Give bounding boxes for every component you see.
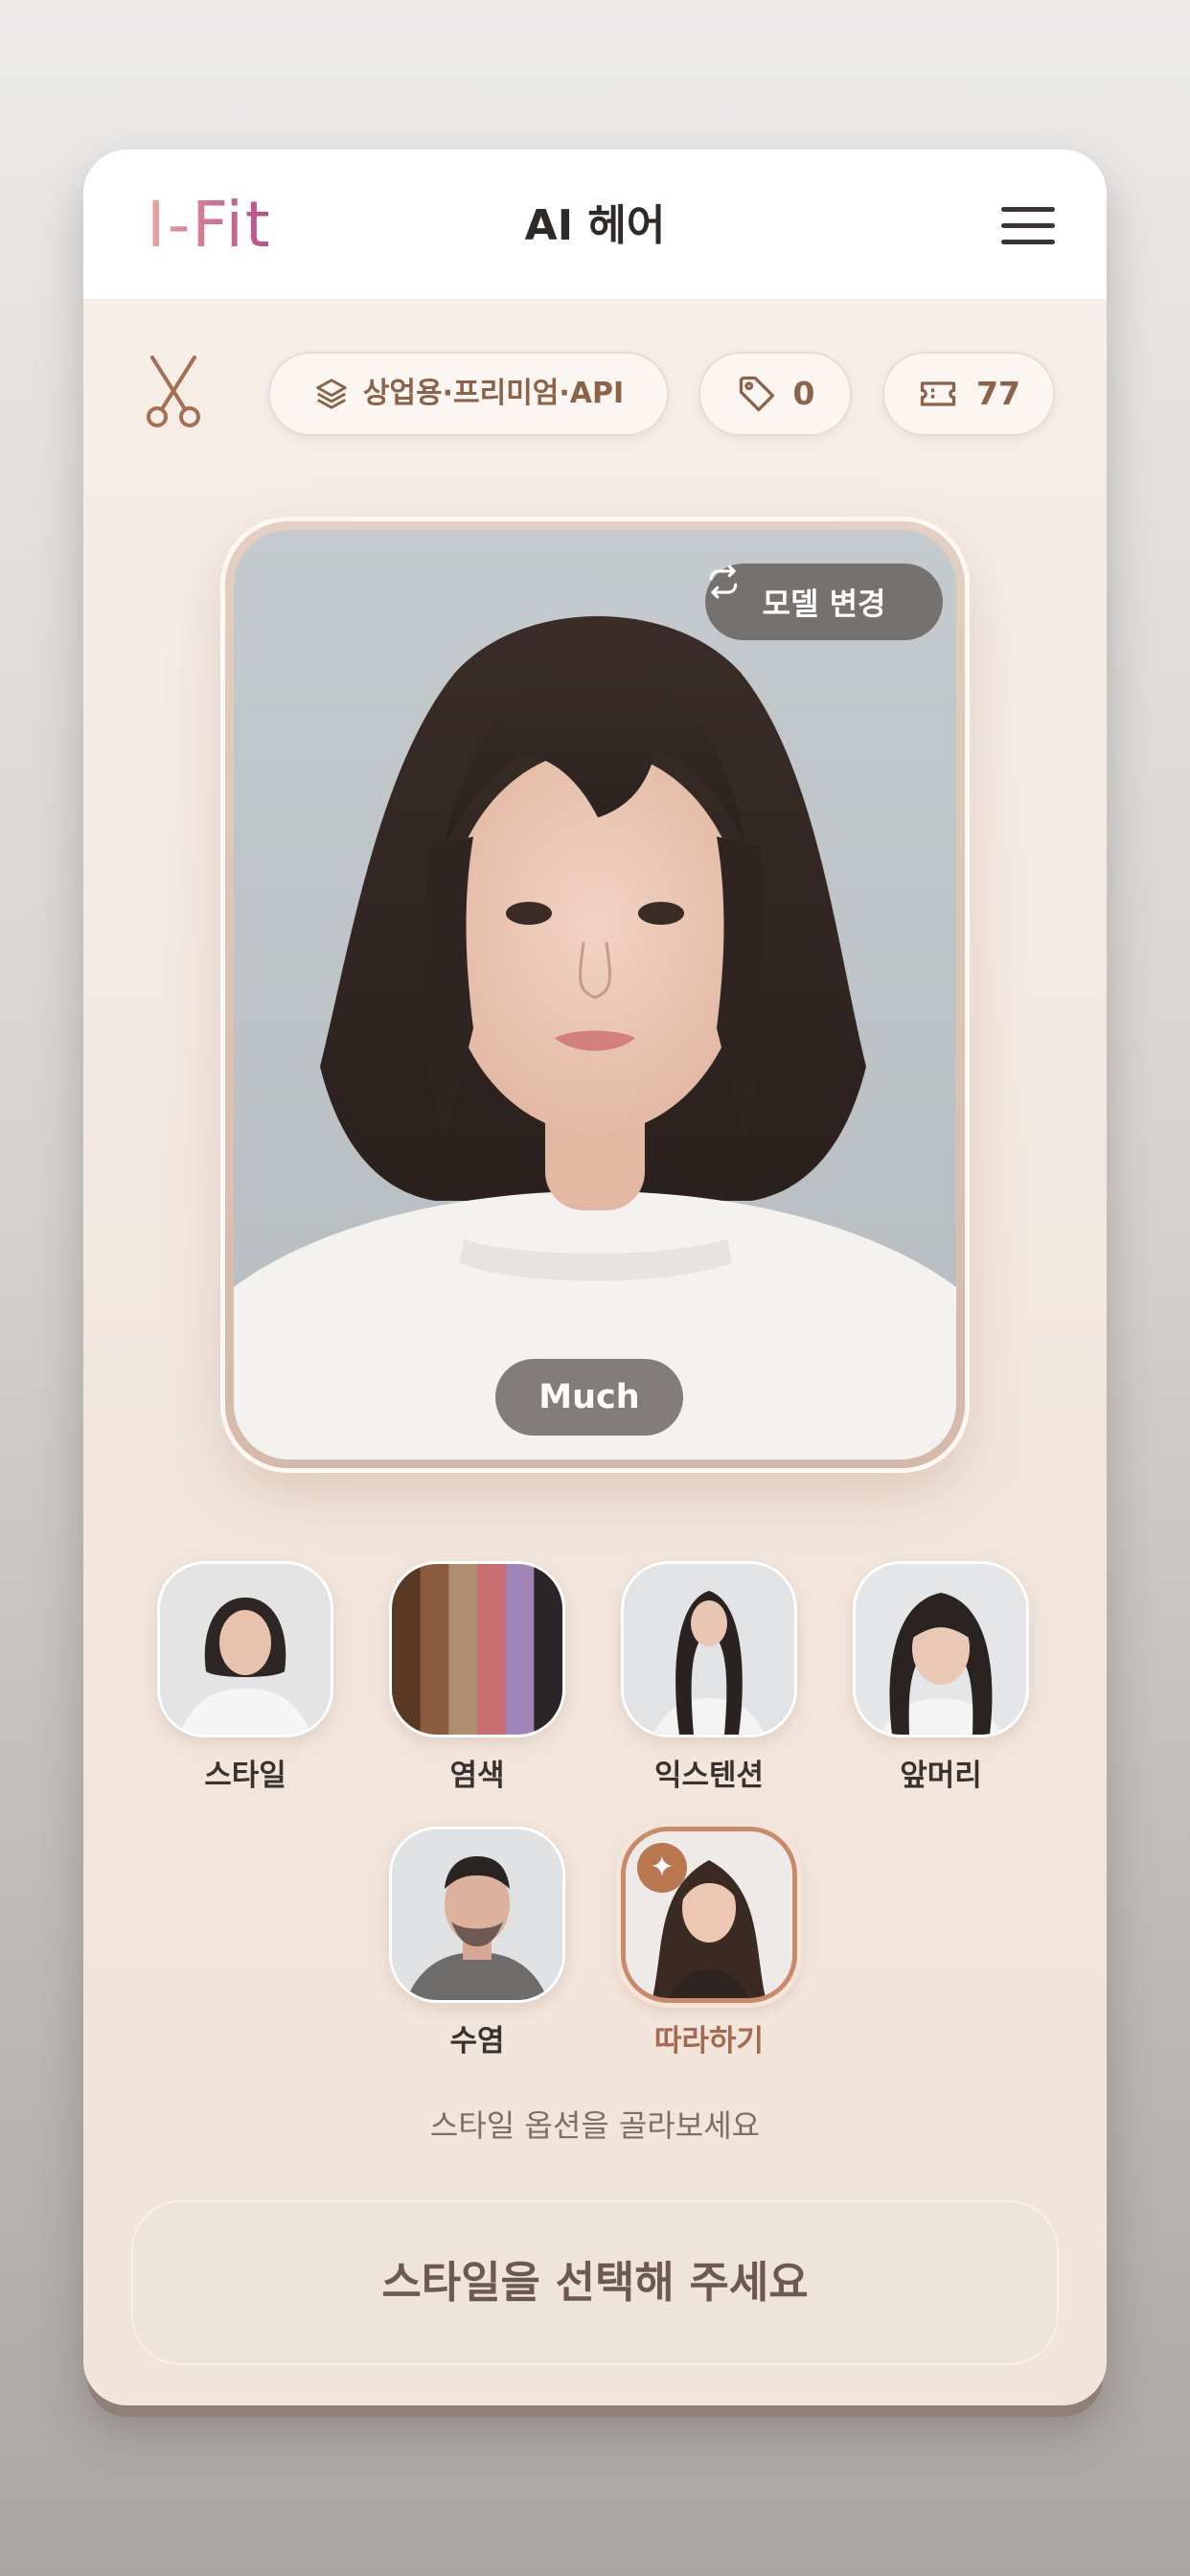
sparkle-icon: ✦: [637, 1843, 687, 1893]
dye-swatch-thumbnail: [389, 1561, 565, 1737]
beard-thumbnail: [389, 1827, 565, 2003]
style-thumbnail: [157, 1561, 333, 1737]
tag-count: 0: [792, 375, 815, 412]
style-name-badge: Much: [495, 1359, 683, 1436]
option-beard[interactable]: 수염: [389, 1827, 565, 2060]
extension-thumbnail: [621, 1561, 797, 1737]
tag-counter[interactable]: 0: [698, 352, 852, 436]
app-header: I-Fit AI 헤어: [83, 150, 1107, 300]
option-style[interactable]: 스타일: [157, 1561, 333, 1795]
dye-swatch: [477, 1564, 507, 1735]
layers-icon: [316, 379, 347, 409]
toolbar: 상업용·프리미엄·API 0 77: [83, 346, 1107, 442]
hamburger-menu-icon[interactable]: [1001, 205, 1057, 247]
option-label: 수염: [449, 2024, 505, 2058]
change-model-button[interactable]: 모델 변경: [705, 564, 943, 640]
app-screen: I-Fit AI 헤어 상업용·프리미엄·API 0 77 모델 변경 Much…: [83, 150, 1107, 2405]
option-label: 스타일: [204, 1759, 286, 1793]
scissors-icon[interactable]: [145, 356, 202, 428]
hint-text: 스타일 옵션을 골라보세요: [429, 2107, 761, 2144]
dye-swatch: [534, 1564, 562, 1735]
refresh-icon: [709, 564, 738, 599]
app-logo[interactable]: I-Fit: [147, 190, 272, 261]
dye-swatch: [392, 1564, 422, 1735]
ticket-count: 77: [976, 375, 1020, 412]
option-extension[interactable]: 익스텐션: [621, 1561, 797, 1795]
dye-swatch: [420, 1564, 449, 1735]
select-style-button[interactable]: 스타일을 선택해 주세요: [131, 2200, 1059, 2365]
bangs-thumbnail: [853, 1561, 1029, 1737]
option-label: 익스텐션: [653, 1759, 765, 1793]
model-preview-frame: 모델 변경 Much: [225, 521, 965, 1468]
option-label: 따라하기: [653, 2024, 765, 2058]
plan-badge[interactable]: 상업용·프리미엄·API: [268, 352, 669, 436]
change-model-label: 모델 변경: [762, 586, 886, 622]
option-follow[interactable]: ✦ 따라하기: [621, 1827, 797, 2060]
page-title: AI 헤어: [524, 201, 666, 250]
option-bangs[interactable]: 앞머리: [853, 1561, 1029, 1795]
ticket-counter[interactable]: 77: [882, 352, 1055, 436]
option-label: 염색: [449, 1759, 505, 1793]
follow-thumbnail: ✦: [621, 1827, 797, 2003]
model-photo: 모델 변경 Much: [234, 530, 956, 1460]
tag-icon: [739, 376, 774, 412]
option-label: 앞머리: [900, 1759, 982, 1793]
dye-swatch: [505, 1564, 535, 1735]
model-portrait: [234, 616, 956, 1460]
dye-swatch: [448, 1564, 478, 1735]
plan-label: 상업용·프리미엄·API: [362, 377, 625, 410]
option-dye[interactable]: 염색: [389, 1561, 565, 1795]
ticket-icon: [920, 381, 956, 406]
